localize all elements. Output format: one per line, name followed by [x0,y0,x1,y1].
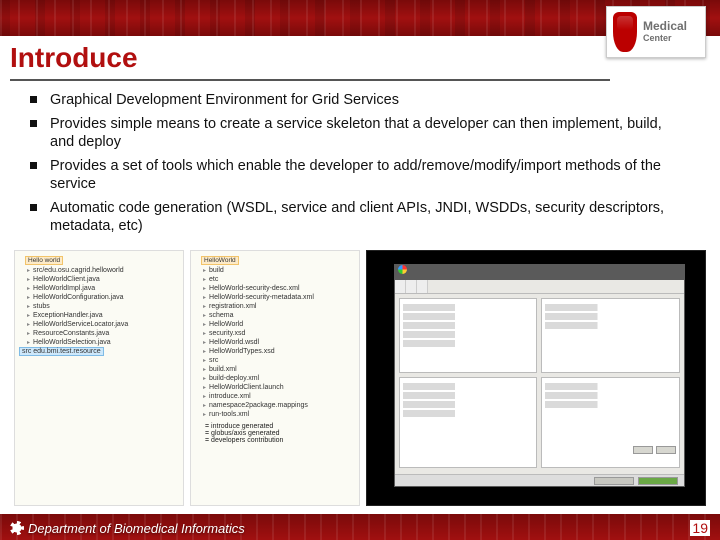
tree-node: HelloWorld [195,320,355,329]
tree-node: ResourceConstants.java [19,329,179,338]
app-tab [417,280,428,293]
page-number: 19 [690,520,710,536]
app-panel [399,377,537,468]
bullet-list: Graphical Development Environment for Gr… [30,91,680,236]
status-button [638,477,678,485]
tree-node: HelloWorldServiceLocator.java [19,320,179,329]
tree-node: stubs [19,302,179,311]
department-label: Department of Biomedical Informatics [10,521,245,536]
tree-node: run-tools.xml [195,410,355,419]
app-panel [541,377,679,468]
ohio-state-logo-icon [613,12,637,52]
app-tab [406,280,417,293]
tree-node: HelloWorldConfiguration.java [19,293,179,302]
legend-item: developers contribution [195,437,355,444]
tree-node: HelloWorld-security-desc.xml [195,284,355,293]
tree-node: build.xml [195,365,355,374]
app-tabs [395,280,684,294]
sun-icon [10,521,24,535]
tree-node: registration.xml [195,302,355,311]
app-statusbar [395,474,684,486]
department-text: Department of Biomedical Informatics [28,521,245,536]
app-body [395,294,684,473]
tree-node: ExceptionHandler.java [19,311,179,320]
tree-node: src/edu.osu.cagrid.helloworld [19,266,179,275]
tree-root: HelloWorld [201,256,239,265]
logo-line2: Center [643,34,687,44]
package-explorer-2: HelloWorld build etc HelloWorld-security… [190,250,360,506]
bullet-item: Automatic code generation (WSDL, service… [30,199,680,236]
tree-node: schema [195,311,355,320]
tree-legend: introduce generated globus/axis generate… [195,423,355,444]
tree-node: HelloWorldClient.java [19,275,179,284]
tree-node: HelloWorldTypes.xsd [195,347,355,356]
logo-line1: Medical [643,19,687,33]
content-area: Graphical Development Environment for Gr… [0,81,720,236]
app-tab [395,280,406,293]
tree-node: HelloWorld-security-metadata.xml [195,293,355,302]
logo-badge: Medical Center [606,6,706,58]
package-explorer-1: Hello world src/edu.osu.cagrid.helloworl… [14,250,184,506]
figure-row: Hello world src/edu.osu.cagrid.helloworl… [14,250,706,506]
tree-node: src [195,356,355,365]
tree-root: Hello world [25,256,63,265]
logo-text: Medical Center [643,20,687,43]
toolkit-screenshot [366,250,706,506]
tree-node: HelloWorldClient.launch [195,383,355,392]
bullet-item: Provides a set of tools which enable the… [30,157,680,194]
tree-node: build [195,266,355,275]
tree-node: HelloWorld.wsdl [195,338,355,347]
status-button [594,477,634,485]
bullet-item: Graphical Development Environment for Gr… [30,91,680,110]
app-window [394,264,685,488]
tree-node: etc [195,275,355,284]
tree-node: build-deploy.xml [195,374,355,383]
tree-selected: src edu.bmi.test.resource [19,347,104,356]
legend-item: globus/axis generated [195,430,355,437]
legend-item: introduce generated [195,423,355,430]
tree-node: namespace2package.mappings [195,401,355,410]
project-tree-2-col: HelloWorld build etc HelloWorld-security… [190,250,360,506]
tree-node: introduce.xml [195,392,355,401]
project-trees: Hello world src/edu.osu.cagrid.helloworl… [14,250,184,506]
tree-node: security.xsd [195,329,355,338]
tree-node: HelloWorldSelection.java [19,338,179,347]
app-panel [541,298,679,374]
app-panel [399,298,537,374]
bullet-item: Provides simple means to create a servic… [30,115,680,152]
tree-node: HelloWorldImpl.java [19,284,179,293]
